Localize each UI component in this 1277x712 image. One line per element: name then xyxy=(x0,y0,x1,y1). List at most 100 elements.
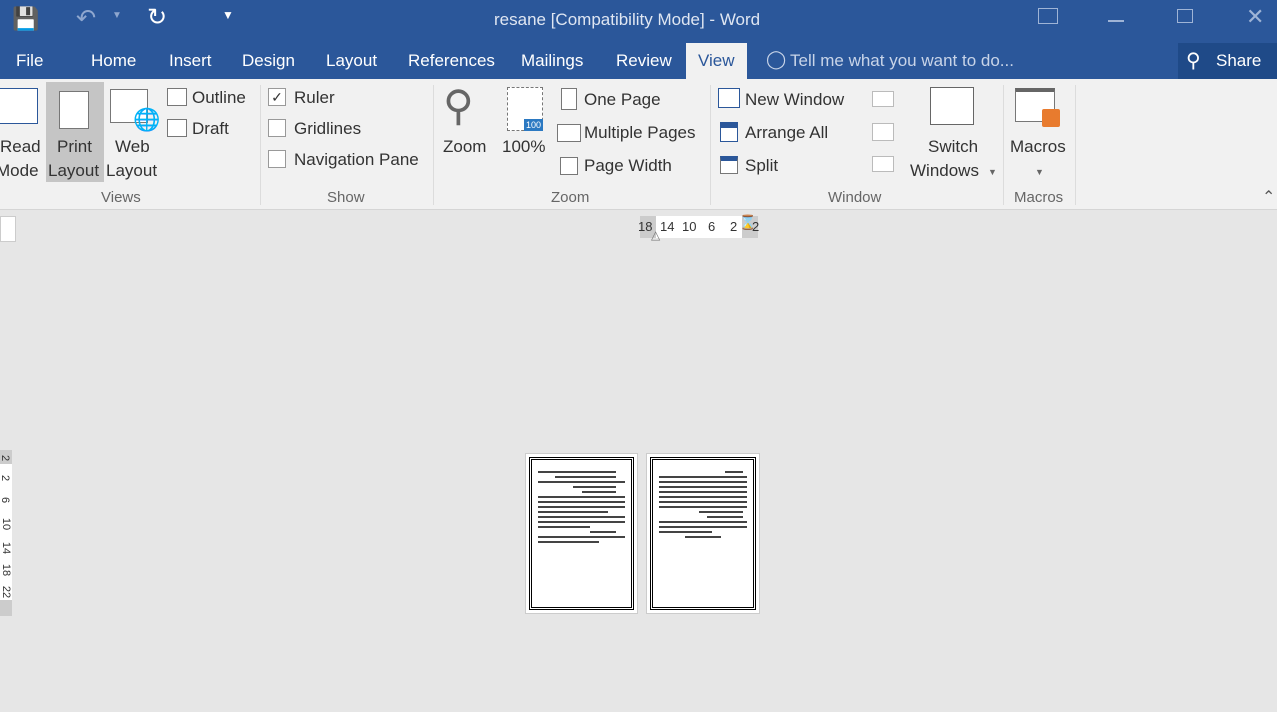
tab-mailings[interactable]: Mailings xyxy=(521,51,583,71)
divider xyxy=(433,85,434,205)
print-layout-label: Print xyxy=(57,137,92,156)
macros-group-label: Macros xyxy=(1014,189,1064,206)
scroll-icon xyxy=(1042,109,1060,127)
tell-me-input[interactable]: Tell me what you want to do... xyxy=(790,51,1014,71)
zoom-group-label: Zoom xyxy=(551,189,590,206)
navigation-pane-label: Navigation Pane xyxy=(294,150,419,169)
save-icon[interactable]: 💾 xyxy=(12,6,39,32)
one-page-icon xyxy=(561,88,577,110)
synchronous-scrolling-icon[interactable] xyxy=(872,123,894,141)
arrange-all-icon xyxy=(720,122,738,142)
tab-file[interactable]: File xyxy=(16,51,43,71)
navigation-pane-checkbox[interactable] xyxy=(268,150,286,168)
document-page-1[interactable] xyxy=(525,453,638,614)
minimize-icon[interactable] xyxy=(1108,20,1124,22)
web-layout-label: Layout xyxy=(106,161,158,180)
lightbulb-icon: ◯ xyxy=(766,49,787,69)
gridlines-label: Gridlines xyxy=(294,119,362,138)
indent-marker-icon[interactable]: △ xyxy=(651,228,660,242)
close-icon[interactable]: ✕ xyxy=(1246,4,1264,30)
switch-windows-label: Windows xyxy=(910,161,979,180)
divider xyxy=(1003,85,1004,205)
hanging-indent-icon[interactable]: ⌛ xyxy=(739,214,756,231)
tab-selector[interactable] xyxy=(0,216,16,242)
maximize-icon[interactable] xyxy=(1177,9,1193,23)
zoom-button[interactable]: Zoom xyxy=(443,137,486,157)
globe-icon: 🌐 xyxy=(133,107,161,132)
ruler-tick-label: 18 xyxy=(0,563,13,577)
read-mode-button[interactable]: Read xyxy=(0,137,41,157)
outline-button[interactable]: Outline xyxy=(192,88,246,108)
ruler-tick-label: 10 xyxy=(682,219,697,234)
zoom-100-button[interactable]: 100% xyxy=(502,137,545,157)
gridlines-checkbox[interactable] xyxy=(268,119,286,137)
tab-insert[interactable]: Insert xyxy=(169,51,212,71)
page-content xyxy=(650,457,756,610)
ruler-tick-label: 22 xyxy=(0,585,13,599)
zoom-badge: 100 xyxy=(523,119,543,131)
share-label: Share xyxy=(1216,51,1262,70)
divider xyxy=(260,85,261,205)
new-window-icon xyxy=(718,88,740,108)
collapse-ribbon-icon[interactable]: ⌃ xyxy=(1262,187,1275,207)
horizontal-ruler[interactable]: 18 14 10 6 2 2 △ ⌛ xyxy=(638,214,759,242)
tab-home[interactable]: Home xyxy=(91,51,136,71)
reset-window-position-icon[interactable] xyxy=(872,156,894,172)
read-mode-icon xyxy=(0,88,38,124)
print-layout-button[interactable]: Print Layout xyxy=(46,82,104,182)
one-page-button[interactable]: One Page xyxy=(584,90,661,110)
multiple-pages-button[interactable]: Multiple Pages xyxy=(584,123,696,143)
tab-design[interactable]: Design xyxy=(242,51,295,71)
window-group-label: Window xyxy=(828,189,882,206)
ribbon-display-icon[interactable] xyxy=(1038,8,1058,24)
page-width-icon xyxy=(560,157,578,175)
person-add-icon: ⚲ xyxy=(1186,50,1201,72)
arrange-all-button[interactable]: Arrange All xyxy=(745,123,828,143)
ruler-tick-label: 10 xyxy=(0,517,13,531)
magnifier-icon: ⚲ xyxy=(443,82,474,129)
tab-view[interactable]: View xyxy=(686,43,747,79)
divider xyxy=(1075,85,1076,205)
macros-button[interactable]: Macros xyxy=(1010,137,1066,157)
dropdown-arrow-icon: ▼ xyxy=(988,167,997,177)
ruler-tick-label: 6 xyxy=(0,496,12,504)
read-mode-label: Mode xyxy=(0,161,39,180)
window-title: resane [Compatibility Mode] - Word xyxy=(494,10,761,29)
document-page-2[interactable] xyxy=(646,453,760,614)
ruler-tick-label: 2 xyxy=(730,219,738,234)
tab-references[interactable]: References xyxy=(408,51,495,71)
views-group-label: Views xyxy=(101,189,141,206)
divider xyxy=(710,85,711,205)
dropdown-arrow-icon: ▼ xyxy=(1035,167,1044,177)
ruler-label: Ruler xyxy=(294,88,335,107)
draft-icon xyxy=(167,119,187,137)
undo-icon[interactable]: ↶ xyxy=(76,4,96,33)
tab-layout[interactable]: Layout xyxy=(326,51,377,71)
switch-windows-button[interactable]: Switch xyxy=(928,137,978,157)
ruler-tick-label: 6 xyxy=(708,219,716,234)
share-button[interactable]: ⚲ Share xyxy=(1178,43,1277,79)
view-side-by-side-icon[interactable] xyxy=(872,91,894,107)
ruler-checkbox[interactable]: ✓ xyxy=(268,88,286,106)
tab-review[interactable]: Review xyxy=(616,51,672,71)
new-window-button[interactable]: New Window xyxy=(745,90,844,110)
split-button[interactable]: Split xyxy=(745,156,778,176)
page-content xyxy=(529,457,634,610)
print-layout-label-2: Layout xyxy=(48,161,100,180)
vertical-ruler[interactable]: 2 2 6 10 14 18 22 xyxy=(0,450,12,616)
draft-button[interactable]: Draft xyxy=(192,119,229,139)
split-icon xyxy=(720,156,738,174)
ruler-tick-label: 14 xyxy=(0,541,13,555)
ribbon-tabs: File Home Insert Design Layout Reference… xyxy=(0,40,1277,79)
show-group-label: Show xyxy=(327,189,365,206)
title-bar: 💾 ↶ ▼ ↻ ▼ resane [Compatibility Mode] - … xyxy=(0,0,1277,40)
web-layout-button[interactable]: Web xyxy=(115,137,150,157)
page-width-button[interactable]: Page Width xyxy=(584,156,672,176)
print-layout-icon xyxy=(59,91,89,129)
multiple-pages-icon xyxy=(557,124,581,142)
redo-icon[interactable]: ↻ xyxy=(147,3,167,32)
undo-dropdown-icon[interactable]: ▼ xyxy=(112,10,122,21)
ruler-tick-label: 2 xyxy=(0,454,12,462)
customize-icon[interactable]: ▼ xyxy=(222,8,234,22)
zoom-100-icon: 100 xyxy=(507,87,543,131)
